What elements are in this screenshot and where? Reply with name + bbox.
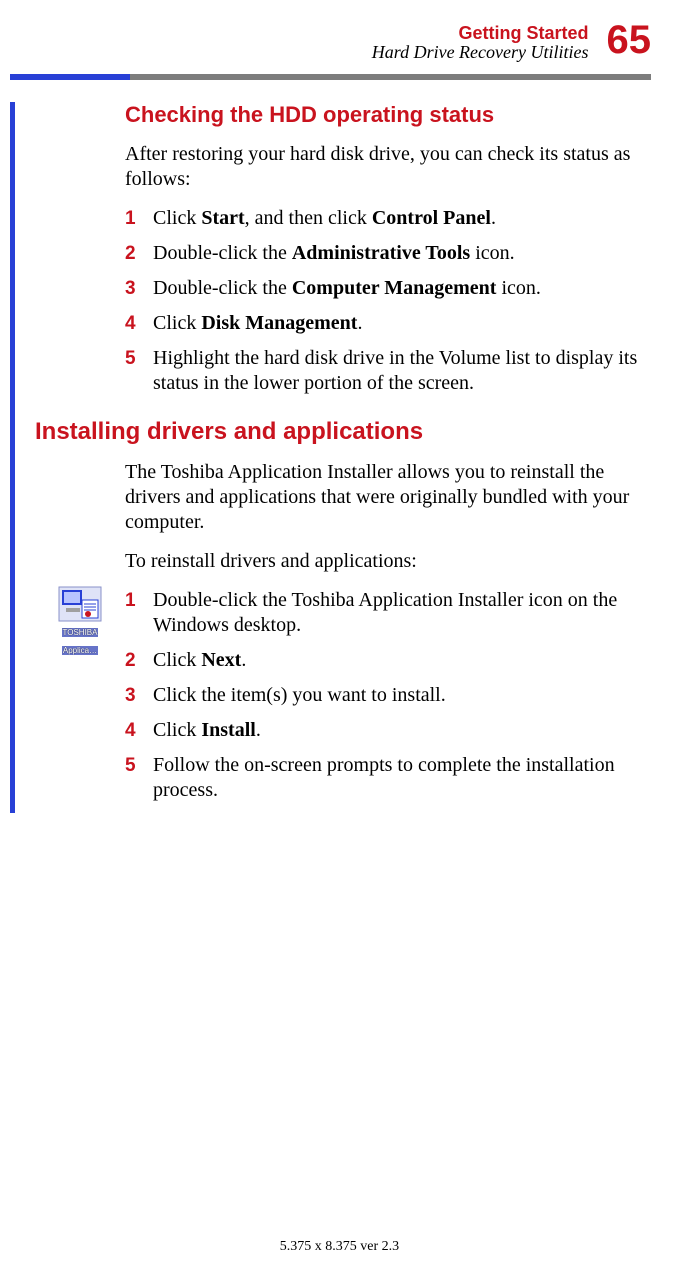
intro-paragraph-2: The Toshiba Application Installer allows… [125,460,651,535]
step-2-5: 5 Follow the on-screen prompts to comple… [125,753,651,803]
icon-caption-2: Applica… [62,646,98,655]
page-number: 65 [607,20,652,60]
icon-caption-1: TOSHIBA [62,628,99,637]
step-number: 3 [125,276,153,301]
step-2-4: 4 Click Install. [125,718,651,743]
step-2-2: 2 Click Next. [125,648,651,673]
step-number: 2 [125,241,153,266]
step-1-4: 4 Click Disk Management. [125,311,651,336]
step-1-1: 1 Click Start, and then click Control Pa… [125,206,651,231]
step-number: 5 [125,753,153,803]
section-subtitle: Hard Drive Recovery Utilities [372,42,589,64]
footer-text: 5.375 x 8.375 ver 2.3 [0,1239,679,1255]
step-number: 1 [125,588,153,638]
step-1-5: 5 Highlight the hard disk drive in the V… [125,346,651,396]
step-number: 2 [125,648,153,673]
toshiba-application-icon: TOSHIBA Applica… [55,586,105,658]
step-2-3: 3 Click the item(s) you want to install. [125,683,651,708]
heading-installing-drivers: Installing drivers and applications [35,418,651,446]
chapter-title: Getting Started [372,24,589,42]
heading-checking-hdd: Checking the HDD operating status [125,102,651,128]
intro-paragraph-1: After restoring your hard disk drive, yo… [125,142,651,192]
step-number: 5 [125,346,153,396]
page-header: Getting Started Hard Drive Recovery Util… [10,20,651,64]
header-rule [10,74,651,80]
step-number: 4 [125,311,153,336]
step-number: 4 [125,718,153,743]
step-1-2: 2 Double-click the Administrative Tools … [125,241,651,266]
step-1-3: 3 Double-click the Computer Management i… [125,276,651,301]
intro-paragraph-3: To reinstall drivers and applications: [125,549,651,574]
step-2-1: 1 Double-click the Toshiba Application I… [125,588,651,638]
step-number: 1 [125,206,153,231]
step-number: 3 [125,683,153,708]
